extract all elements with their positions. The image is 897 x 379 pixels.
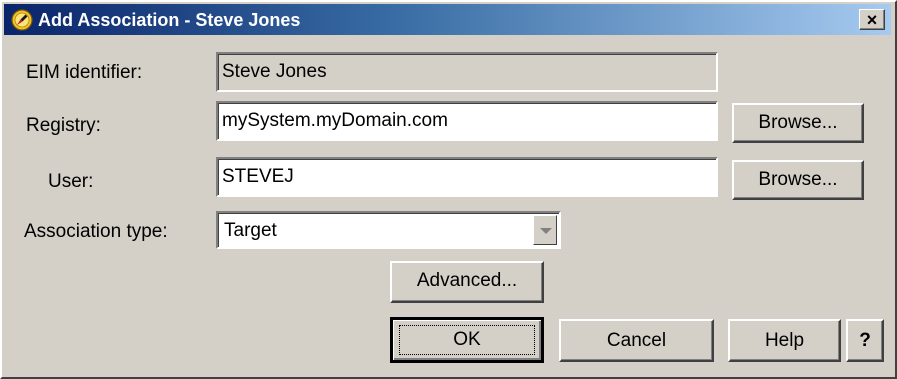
- help-button[interactable]: Help: [728, 319, 841, 362]
- browse-registry-button[interactable]: Browse...: [732, 103, 864, 143]
- eim-identifier-value: Steve Jones: [222, 61, 327, 82]
- window-title: Add Association - Steve Jones: [38, 10, 301, 30]
- association-type-label: Association type:: [24, 221, 168, 242]
- eim-badge-icon: [11, 9, 33, 31]
- chevron-down-icon: [540, 228, 552, 234]
- browse-user-button[interactable]: Browse...: [732, 160, 864, 200]
- user-value: STEVEJ: [222, 166, 294, 187]
- add-association-dialog: Add Association - Steve Jones × EIM iden…: [0, 0, 897, 379]
- whats-this-button[interactable]: ?: [846, 319, 884, 362]
- registry-input[interactable]: mySystem.myDomain.com: [216, 101, 718, 141]
- title-bar[interactable]: Add Association - Steve Jones ×: [4, 4, 891, 35]
- eim-identifier-field: Steve Jones: [216, 52, 718, 92]
- close-icon: ×: [866, 10, 878, 30]
- ok-label: OK: [453, 329, 481, 350]
- association-type-select[interactable]: Target: [216, 211, 561, 249]
- close-button[interactable]: ×: [859, 9, 885, 30]
- registry-label: Registry:: [26, 115, 101, 136]
- association-type-value: Target: [224, 220, 277, 241]
- user-label: User:: [48, 171, 94, 192]
- ok-button[interactable]: OK: [390, 317, 544, 363]
- registry-value: mySystem.myDomain.com: [222, 110, 448, 131]
- eim-identifier-label: EIM identifier:: [26, 62, 143, 83]
- cancel-button[interactable]: Cancel: [559, 319, 714, 362]
- dropdown-arrow-button[interactable]: [533, 215, 557, 245]
- user-input[interactable]: STEVEJ: [216, 157, 718, 197]
- advanced-button[interactable]: Advanced...: [390, 261, 544, 303]
